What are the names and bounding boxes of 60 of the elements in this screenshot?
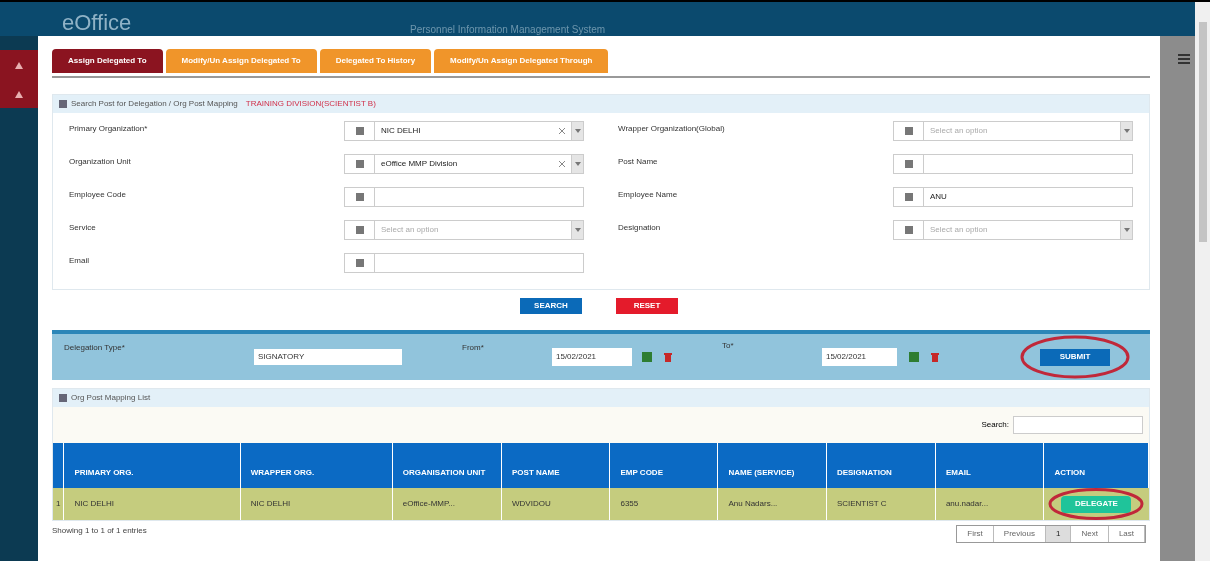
input-field[interactable] bbox=[344, 253, 584, 273]
delegation-type-field[interactable]: SIGNATORY bbox=[254, 349, 402, 365]
page-button[interactable]: Next bbox=[1071, 526, 1109, 542]
select-field[interactable]: NIC DELHI bbox=[344, 121, 584, 141]
page-button[interactable]: First bbox=[957, 526, 994, 542]
submit-button[interactable]: SUBMIT bbox=[1040, 348, 1110, 366]
field-label: Wrapper Organization(Global) bbox=[618, 123, 726, 135]
caret-icon[interactable] bbox=[1123, 129, 1130, 133]
trash-icon[interactable] bbox=[931, 352, 939, 362]
tab[interactable]: Assign Delegated To bbox=[52, 49, 163, 73]
search-button[interactable]: SEARCH bbox=[520, 298, 582, 314]
search-field[interactable] bbox=[1013, 416, 1143, 434]
to-date-field[interactable]: 15/02/2021 bbox=[822, 348, 897, 366]
table-cell: Anu Nadars... bbox=[717, 488, 827, 520]
reset-button[interactable]: RESET bbox=[616, 298, 678, 314]
clear-icon[interactable] bbox=[559, 161, 565, 167]
input-field[interactable] bbox=[893, 154, 1133, 174]
app-logo: eOffice bbox=[62, 9, 132, 37]
panel-title: Org Post Mapping List bbox=[71, 392, 151, 404]
table-cell: eOffice-MMP... bbox=[392, 488, 502, 520]
input-field[interactable] bbox=[344, 187, 584, 207]
table-cell: SCIENTIST C bbox=[826, 488, 936, 520]
field-label: Designation bbox=[618, 222, 662, 234]
from-date-field[interactable]: 15/02/2021 bbox=[552, 348, 632, 366]
caret-icon[interactable] bbox=[574, 129, 581, 133]
entries-info: Showing 1 to 1 of 1 entries bbox=[52, 525, 147, 537]
field-label: To* bbox=[722, 340, 735, 352]
row-number: 1 bbox=[53, 488, 64, 520]
caret-icon[interactable] bbox=[1123, 228, 1130, 232]
select-field[interactable]: eOffice MMP Division bbox=[344, 154, 584, 174]
caret-icon[interactable] bbox=[574, 162, 581, 166]
field-label: Employee Code bbox=[69, 189, 127, 201]
table-cell: WDVIDOU bbox=[501, 488, 610, 520]
scrollbar[interactable] bbox=[1195, 2, 1210, 561]
field-label: Employee Name bbox=[618, 189, 679, 201]
field-label: Service bbox=[69, 222, 97, 234]
field-label: Primary Organization* bbox=[69, 123, 149, 135]
sidebar-item[interactable] bbox=[0, 50, 38, 108]
table-cell: anu.nadar... bbox=[935, 488, 1044, 520]
search-label: Search: bbox=[981, 419, 1009, 431]
field-label: Organization Unit bbox=[69, 156, 132, 168]
table-cell: NIC DELHI bbox=[240, 488, 393, 520]
clear-icon[interactable] bbox=[559, 128, 565, 134]
field-label: From* bbox=[462, 342, 485, 354]
caret-icon[interactable] bbox=[574, 228, 581, 232]
context-label: TRAINING DIVISION(SCIENTIST B) bbox=[245, 98, 376, 110]
field-label: Delegation Type* bbox=[64, 342, 126, 354]
field-label: Email bbox=[69, 255, 90, 267]
menu-icon[interactable] bbox=[1178, 54, 1190, 64]
page-button[interactable]: Last bbox=[1108, 526, 1145, 542]
input-field[interactable]: ANU bbox=[893, 187, 1133, 207]
table-cell: 6355 bbox=[609, 488, 718, 520]
trash-icon[interactable] bbox=[664, 352, 672, 362]
app-title: Personnel Information Management System bbox=[410, 23, 606, 37]
table-row[interactable]: 1 NIC DELHI NIC DELHI eOffice-MMP... WDVIDOU 6355 Anu Nadars... SCIENTIST C anu.nadar... DELEGATE bbox=[53, 488, 1149, 520]
page-button[interactable]: Previous bbox=[993, 526, 1046, 542]
field-label: Post Name bbox=[618, 156, 659, 168]
page-button[interactable]: 1 bbox=[1045, 526, 1072, 542]
table-cell: NIC DELHI bbox=[63, 488, 241, 520]
panel-title: Search Post for Delegation / Org Post Mapping bbox=[71, 98, 238, 110]
